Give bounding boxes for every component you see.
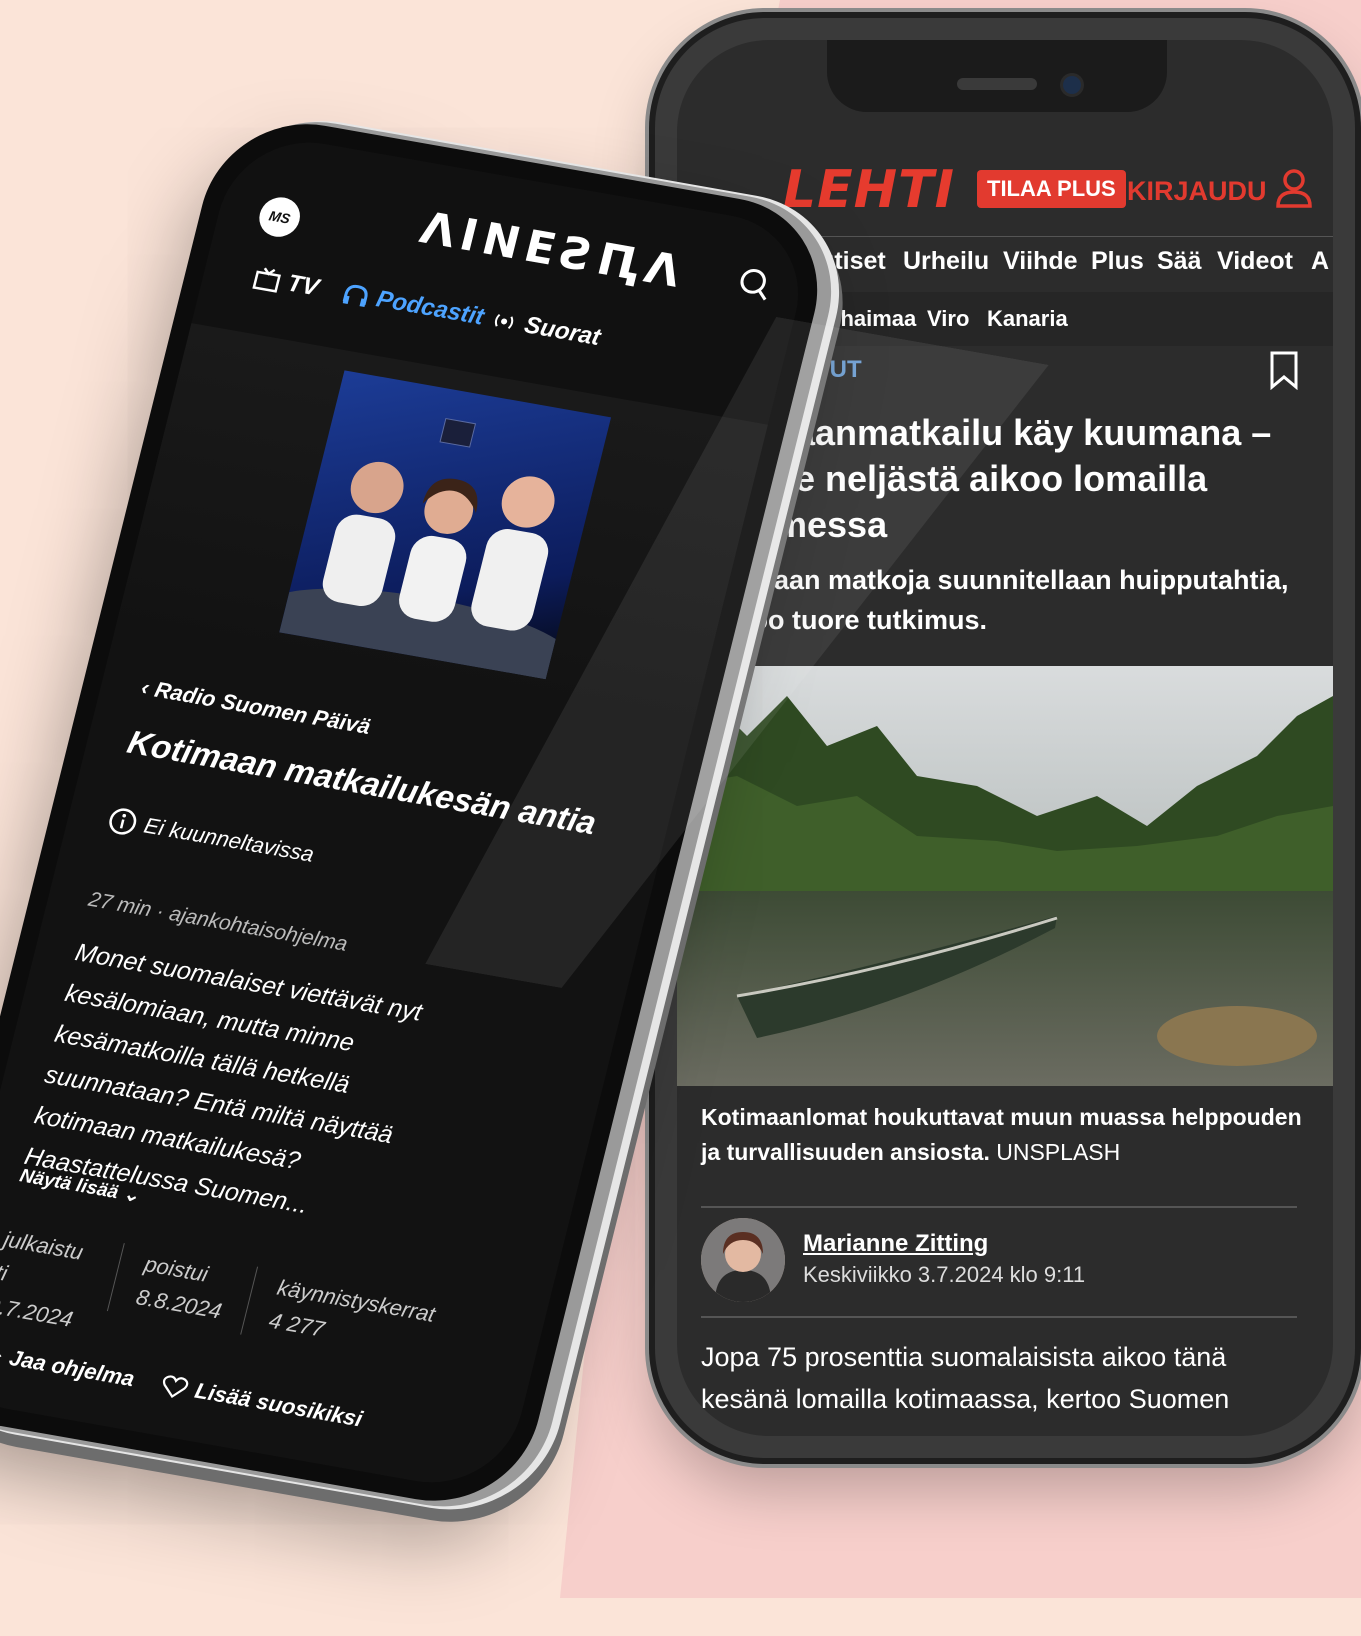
speaker-grille — [957, 78, 1037, 90]
tab-live[interactable]: Suorat — [488, 306, 603, 352]
user-icon[interactable] — [1275, 168, 1313, 208]
heart-icon — [162, 1375, 189, 1398]
tab-live-label: Suorat — [521, 311, 604, 351]
share-button[interactable]: Jaa ohjelma — [0, 1339, 137, 1392]
caption-credit: UNSPLASH — [996, 1139, 1121, 1165]
divider — [701, 1316, 1297, 1318]
subscribe-button[interactable]: TILAA PLUS — [977, 170, 1126, 208]
tab-podcasts-label: Podcastit — [373, 285, 487, 331]
profile-avatar[interactable]: MS — [255, 194, 305, 240]
episode-actions: Jaa ohjelma Lisää suosikiksi — [0, 1339, 365, 1432]
tv-icon — [252, 267, 281, 293]
front-camera — [1063, 76, 1081, 94]
availability-status: Ei kuunneltavissa — [106, 805, 317, 868]
back-link-label: Radio Suomen Päivä — [152, 676, 374, 739]
bookmark-icon[interactable] — [1269, 350, 1299, 390]
tab-podcasts[interactable]: Podcastit — [340, 280, 487, 332]
author-avatar[interactable] — [701, 1218, 785, 1302]
chevron-down-icon: ⌄ — [120, 1183, 142, 1207]
episode-stats: julkaistu ti 9.7.2024 poistui 8.8.2024 k… — [0, 1223, 463, 1371]
author-name-link[interactable]: Marianne Zitting — [803, 1230, 988, 1258]
stat-removed: poistui 8.8.2024 — [107, 1243, 258, 1335]
availability-text: Ei kuunneltavissa — [141, 812, 317, 867]
app-brand[interactable]: ɅINEƧԤɅ — [415, 203, 691, 299]
stat-published: julkaistu ti 9.7.2024 — [0, 1223, 124, 1332]
nav-item-videot[interactable]: Videot — [1217, 247, 1293, 276]
broadcast-icon — [494, 313, 514, 330]
favorite-label: Lisää suosikiksi — [192, 1377, 366, 1432]
search-icon[interactable] — [734, 264, 776, 303]
stat-plays: käynnistyskerrat 4 277 — [240, 1266, 463, 1371]
tab-tv-label: TV — [284, 269, 322, 302]
favorite-button[interactable]: Lisää suosikiksi — [159, 1372, 365, 1433]
share-label: Jaa ohjelma — [6, 1345, 138, 1392]
subnav-item-kanaria[interactable]: Kanaria — [987, 306, 1068, 332]
nav-item-viihde[interactable]: Viihde — [1003, 247, 1078, 276]
section-title: Kuuntele myös — [0, 1416, 187, 1492]
nav-item-more[interactable]: A — [1311, 247, 1329, 276]
nav-item-plus[interactable]: Plus — [1091, 247, 1144, 276]
tab-tv[interactable]: TV — [251, 264, 322, 302]
publish-date: Keskiviikko 3.7.2024 klo 9:11 — [803, 1262, 1086, 1287]
phone-notch — [827, 40, 1167, 112]
photo-caption: Kotimaanlomat houkuttavat muun muassa he… — [701, 1100, 1311, 1170]
divider — [701, 1206, 1297, 1208]
article-body: Jopa 75 prosenttia suomalaisista aikoo t… — [701, 1342, 1230, 1414]
share-icon — [0, 1344, 2, 1365]
episode-description: Monet suomalaiset viettävät nyt kesälomi… — [21, 938, 425, 1220]
nav-item-saa[interactable]: Sää — [1157, 247, 1201, 276]
headphones-icon — [342, 284, 368, 307]
subnav-item-viro[interactable]: Viro — [927, 306, 969, 332]
login-link[interactable]: KIRJAUDU — [1127, 176, 1267, 207]
info-icon — [109, 808, 137, 835]
